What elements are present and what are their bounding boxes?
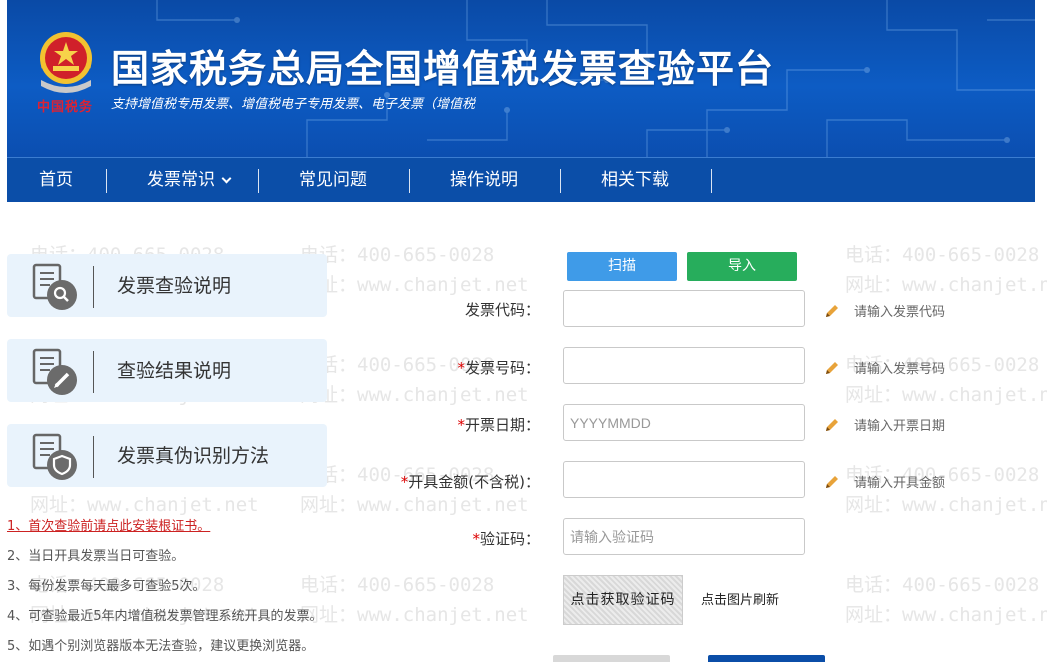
nav-separator bbox=[258, 169, 259, 193]
nav-separator bbox=[560, 169, 561, 193]
notes-list: 1、首次查验前请点此安装根证书。 2、当日开具发票当日可查验。 3、每份发票每天… bbox=[7, 516, 323, 662]
page-title: 国家税务总局全国增值税发票查验平台 bbox=[111, 47, 775, 91]
captcha-label: *验证码： bbox=[420, 528, 540, 549]
required-mark: * bbox=[457, 416, 465, 434]
doc-shield-icon bbox=[32, 433, 77, 480]
nav-item-faq[interactable]: 常见问题 bbox=[283, 158, 383, 203]
nav-item-label: 发票常识 bbox=[147, 170, 215, 190]
refresh-captcha-link[interactable]: 点击图片刷新 bbox=[701, 589, 779, 608]
pencil-icon bbox=[826, 476, 838, 488]
nav-item-instructions[interactable]: 操作说明 bbox=[434, 158, 534, 203]
note-item: 4、可查验最近5年内增值税发票管理系统开具的发票。 bbox=[7, 609, 323, 624]
note-item: 2、当日开具发票当日可查验。 bbox=[7, 549, 185, 564]
field-label-text: 开票日期： bbox=[464, 416, 540, 434]
page-subtitle: 支持增值税专用发票、增值税电子专用发票、电子发票（增值税 bbox=[111, 97, 476, 112]
required-mark: * bbox=[472, 530, 480, 548]
card-result-guide[interactable]: 查验结果说明 bbox=[7, 339, 327, 402]
scan-button[interactable]: 扫描 bbox=[567, 252, 677, 281]
nav-item-home[interactable]: 首页 bbox=[21, 158, 91, 203]
watermark-site: 网址：www.chanjet.net bbox=[845, 494, 1047, 516]
captcha-input[interactable] bbox=[563, 518, 805, 555]
pencil-icon bbox=[826, 362, 838, 374]
invoice-number-label: *发票号码： bbox=[420, 357, 540, 378]
card-divider bbox=[93, 266, 94, 308]
nav-separator bbox=[409, 169, 410, 193]
issue-date-label: *开票日期： bbox=[420, 414, 540, 435]
watermark-phone: 电话：400-665-0028 bbox=[300, 574, 495, 596]
field-label-text: 发票号码： bbox=[464, 359, 540, 377]
watermark-phone: 电话：400-665-0028 bbox=[845, 574, 1040, 596]
required-mark: * bbox=[457, 359, 465, 377]
amount-input[interactable] bbox=[563, 461, 805, 498]
card-authenticity-method[interactable]: 发票真伪识别方法 bbox=[7, 424, 327, 487]
tax-brand-seal: 中国税务 bbox=[37, 100, 94, 115]
captcha-text: 点击获取验证码 bbox=[570, 592, 676, 608]
hint-text: 请输入开票日期 bbox=[854, 419, 946, 434]
issue-date-input[interactable] bbox=[563, 404, 805, 441]
nav-item-label: 常见问题 bbox=[299, 170, 367, 190]
watermark-site: 网址：www.chanjet.net bbox=[30, 494, 259, 516]
query-button[interactable] bbox=[708, 655, 825, 662]
reset-button[interactable] bbox=[553, 655, 670, 662]
watermark-site: 网址：www.chanjet.net bbox=[300, 494, 529, 516]
hint-text: 请输入开具金额 bbox=[854, 476, 946, 491]
note-item: 1、首次查验前请点此安装根证书。 bbox=[7, 516, 323, 546]
main-nav: 首页 发票常识 常见问题 操作说明 相关下载 bbox=[7, 157, 1035, 202]
card-verification-guide[interactable]: 发票查验说明 bbox=[7, 254, 327, 317]
note-item: 5、如遇个别浏览器版本无法查验，建议更换浏览器。 bbox=[7, 639, 315, 654]
watermark-site: 网址：www.chanjet.net bbox=[300, 604, 529, 626]
card-label: 查验结果说明 bbox=[117, 360, 232, 382]
captcha-image[interactable]: 点击获取验证码 bbox=[563, 575, 683, 625]
install-cert-link[interactable]: 1、首次查验前请点此安装根证书。 bbox=[7, 519, 210, 534]
nav-item-label: 操作说明 bbox=[450, 170, 518, 190]
invoice-code-label: 发票代码： bbox=[440, 299, 540, 320]
nav-separator bbox=[711, 169, 712, 193]
invoice-number-input[interactable] bbox=[563, 347, 805, 384]
card-divider bbox=[93, 351, 94, 393]
watermark-site: 网址：www.chanjet.net bbox=[845, 274, 1047, 296]
nav-separator bbox=[106, 169, 107, 193]
watermark-site: 网址：www.chanjet.net bbox=[300, 274, 529, 296]
card-label: 发票查验说明 bbox=[117, 275, 232, 297]
doc-edit-icon bbox=[32, 348, 77, 395]
field-label-text: 验证码： bbox=[479, 530, 540, 548]
card-label: 发票真伪识别方法 bbox=[117, 445, 270, 467]
pencil-icon bbox=[826, 419, 838, 431]
invoice-code-input[interactable] bbox=[563, 290, 805, 327]
watermark-site: 网址：www.chanjet.net bbox=[300, 384, 529, 406]
pencil-icon bbox=[826, 305, 838, 317]
national-emblem-logo bbox=[40, 32, 92, 93]
nav-item-label: 首页 bbox=[39, 170, 73, 190]
note-item: 3、每份发票每天最多可查验5次。 bbox=[7, 579, 206, 594]
card-divider bbox=[93, 436, 94, 478]
header-banner: 中国税务 国家税务总局全国增值税发票查验平台 支持增值税专用发票、增值税电子专用… bbox=[7, 0, 1035, 157]
watermark-phone: 电话：400-665-0028 bbox=[845, 244, 1040, 266]
watermark-phone: 电话：400-665-0028 bbox=[300, 244, 495, 266]
doc-search-icon bbox=[32, 263, 77, 310]
hint-text: 请输入发票号码 bbox=[854, 362, 946, 377]
field-label-text: 发票代码： bbox=[464, 301, 540, 319]
amount-label: *开具金额(不含税)： bbox=[380, 471, 540, 492]
hint-text: 请输入发票代码 bbox=[854, 305, 946, 320]
import-button[interactable]: 导入 bbox=[687, 252, 797, 281]
nav-item-downloads[interactable]: 相关下载 bbox=[585, 158, 685, 203]
chevron-down-icon bbox=[221, 173, 232, 184]
page: 中国税务 国家税务总局全国增值税发票查验平台 支持增值税专用发票、增值税电子专用… bbox=[0, 0, 1047, 662]
watermark-site: 网址：www.chanjet.net bbox=[845, 604, 1047, 626]
nav-item-invoice-knowledge[interactable]: 发票常识 bbox=[131, 158, 246, 203]
field-label-text: 开具金额(不含税)： bbox=[408, 473, 540, 491]
watermark-site: 网址：www.chanjet.net bbox=[845, 384, 1047, 406]
nav-item-label: 相关下载 bbox=[601, 170, 669, 190]
